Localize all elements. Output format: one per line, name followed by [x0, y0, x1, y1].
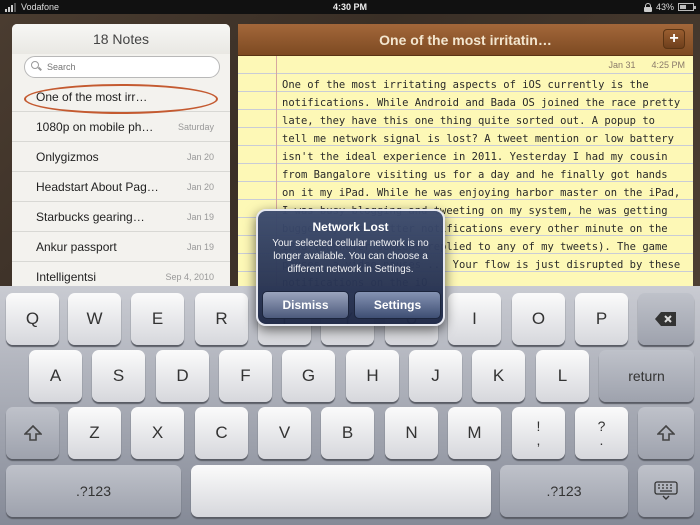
shift-icon	[23, 425, 42, 441]
status-time: 4:30 PM	[332, 2, 367, 12]
note-item-title: One of the most irr…	[36, 89, 148, 104]
notes-count-title: 18 Notes	[12, 24, 230, 54]
note-timestamp: Jan 31 4:25 PM	[608, 60, 685, 70]
backspace-key[interactable]	[638, 293, 694, 345]
note-item-title: Intelligentsi	[36, 269, 97, 284]
keyboard-hide-icon	[654, 481, 678, 500]
dismiss-button[interactable]: Dismiss	[262, 291, 349, 319]
add-note-button[interactable]: +	[663, 29, 685, 49]
shift-key-left[interactable]	[6, 407, 59, 459]
note-item-title: Starbucks gearing…	[36, 209, 145, 224]
note-list-item[interactable]: Starbucks gearing… Jan 19	[12, 202, 230, 232]
network-lost-alert: Network Lost Your selected cellular netw…	[256, 209, 445, 326]
key-exclamation-comma[interactable]: ! ,	[512, 407, 565, 459]
search-field[interactable]	[24, 56, 220, 78]
note-list-item[interactable]: Onlygizmos Jan 20	[12, 142, 230, 172]
note-item-date: Jan 19	[186, 241, 214, 252]
key-p[interactable]: P	[575, 293, 628, 345]
battery-percent: 43%	[655, 2, 674, 12]
note-item-date: Jan 19	[186, 211, 214, 222]
search-input[interactable]	[47, 62, 197, 72]
notes-list: One of the most irr… 1080p on mobile ph… S…	[12, 82, 230, 286]
alert-message: Your selected cellular network is no lon…	[272, 238, 429, 275]
key-j[interactable]: J	[409, 350, 462, 402]
space-bar[interactable]	[191, 465, 491, 517]
note-item-date: Jan 20	[186, 181, 214, 192]
key-w[interactable]: W	[68, 293, 121, 345]
key-q[interactable]: Q	[6, 293, 59, 345]
key-x[interactable]: X	[131, 407, 184, 459]
key-v[interactable]: V	[258, 407, 311, 459]
note-list-item[interactable]: Ankur passport Jan 19	[12, 232, 230, 262]
status-right: 43%	[643, 2, 696, 12]
note-item-date: Saturday	[177, 121, 214, 132]
battery-icon	[678, 3, 696, 11]
key-d[interactable]: D	[156, 350, 209, 402]
key-b[interactable]: B	[321, 407, 374, 459]
alert-title: Network Lost	[312, 220, 389, 234]
shift-key-right[interactable]	[638, 407, 694, 459]
key-l[interactable]: L	[536, 350, 589, 402]
key-comma-label: ,	[536, 432, 541, 448]
key-s[interactable]: S	[92, 350, 145, 402]
search-icon	[31, 61, 43, 73]
note-time: 4:25 PM	[651, 60, 685, 70]
key-f[interactable]: F	[219, 350, 272, 402]
key-o[interactable]: O	[512, 293, 565, 345]
note-item-title: Headstart About Pag…	[36, 179, 159, 194]
note-list-item[interactable]: 1080p on mobile ph… Saturday	[12, 112, 230, 142]
key-g[interactable]: G	[282, 350, 335, 402]
key-period-label: .	[599, 432, 604, 448]
note-list-item[interactable]: Intelligentsi Sep 4, 2010	[12, 262, 230, 286]
key-i[interactable]: I	[448, 293, 501, 345]
ipad-screen: { "statusbar": {"carrier": "Vodafone", "…	[0, 0, 700, 525]
key-r[interactable]: R	[195, 293, 248, 345]
key-c[interactable]: C	[195, 407, 248, 459]
key-e[interactable]: E	[131, 293, 184, 345]
key-question-label: ?	[597, 418, 606, 434]
numbers-key-right[interactable]: .?123	[500, 465, 628, 517]
key-m[interactable]: M	[448, 407, 501, 459]
note-item-date: Sep 4, 2010	[165, 271, 214, 282]
note-title-bar: One of the most irritatin… +	[238, 24, 693, 56]
key-exclamation-label: !	[536, 418, 541, 434]
rotation-lock-icon	[643, 2, 652, 12]
note-item-title: Onlygizmos	[36, 149, 99, 164]
numbers-key-left[interactable]: .?123	[6, 465, 181, 517]
note-list-item[interactable]: One of the most irr…	[12, 82, 230, 114]
status-bar: Vodafone 4:30 PM 43%	[0, 0, 700, 14]
note-item-title: 1080p on mobile ph…	[36, 119, 154, 134]
note-list-item[interactable]: Headstart About Pag… Jan 20	[12, 172, 230, 202]
key-question-period[interactable]: ? .	[575, 407, 628, 459]
return-key[interactable]: return	[599, 350, 694, 402]
settings-button[interactable]: Settings	[354, 291, 441, 319]
key-z[interactable]: Z	[68, 407, 121, 459]
key-k[interactable]: K	[472, 350, 525, 402]
key-h[interactable]: H	[346, 350, 399, 402]
key-n[interactable]: N	[385, 407, 438, 459]
hide-keyboard-key[interactable]	[638, 465, 694, 517]
shift-icon	[657, 425, 675, 441]
key-a[interactable]: A	[29, 350, 82, 402]
notes-list-pane: 18 Notes One of the most irr… 1080p on mo…	[12, 24, 230, 286]
note-title: One of the most irritatin…	[379, 31, 552, 48]
note-date: Jan 31	[608, 60, 636, 70]
backspace-icon	[655, 312, 676, 326]
note-item-title: Ankur passport	[36, 239, 117, 254]
note-item-date: Jan 20	[186, 151, 214, 162]
